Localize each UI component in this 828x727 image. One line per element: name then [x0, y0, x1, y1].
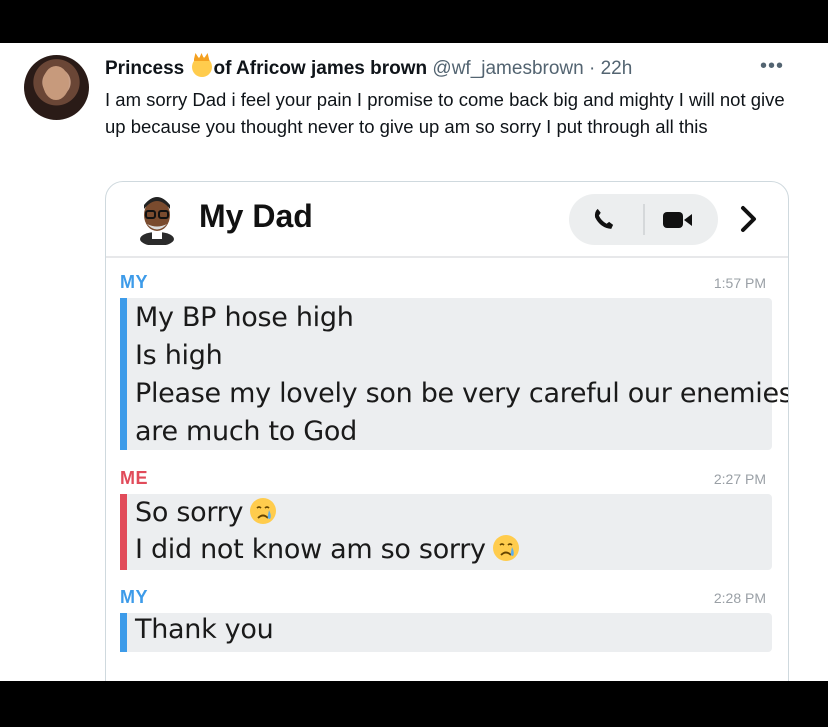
message-accent-bar — [120, 494, 127, 570]
message-line-text: So sorry — [135, 497, 244, 528]
message-bubble[interactable]: Thank you — [120, 613, 772, 652]
display-name-part1: Princess — [105, 58, 185, 79]
message-line: Thank you — [135, 614, 274, 645]
message-accent-bar — [120, 298, 127, 450]
call-controls — [569, 194, 718, 245]
message-line: So sorry — [135, 497, 277, 528]
phone-icon[interactable] — [589, 206, 619, 234]
message-time: 2:27 PM — [713, 471, 766, 487]
message-line: I did not know am so sorry — [135, 534, 520, 565]
separator-dot: · — [588, 58, 596, 79]
message-line: Is high — [135, 340, 223, 371]
user-avatar[interactable] — [24, 55, 89, 120]
chat-title: My Dad — [199, 198, 313, 234]
more-options-icon[interactable]: ••• — [760, 55, 784, 78]
message-sender: ME — [120, 468, 148, 488]
message-line-text: I did not know am so sorry — [135, 534, 486, 565]
crying-face-emoji-icon — [250, 498, 277, 524]
message-sender: MY — [120, 272, 148, 292]
bottom-black-frame — [0, 681, 828, 727]
chevron-right-icon[interactable] — [738, 204, 760, 234]
display-name-part2: of Africow james brown — [213, 58, 428, 79]
message-line: My BP hose high — [135, 302, 354, 333]
message-sender: MY — [120, 587, 148, 607]
tweet-time[interactable]: 22h — [601, 58, 633, 79]
attached-image-card[interactable]: My Dad MY 1:57 PM My BP hose high Is hig… — [105, 181, 789, 681]
video-camera-icon[interactable] — [661, 208, 695, 232]
princess-emoji-icon — [191, 57, 212, 77]
tweet[interactable]: Princess of Africow james brown @wf_jame… — [0, 43, 828, 681]
bitmoji-avatar-icon — [140, 197, 174, 245]
display-name[interactable]: Princess of Africow james brown — [105, 57, 432, 79]
message-accent-bar — [120, 613, 127, 652]
message-line: are much to God — [135, 416, 357, 447]
pill-divider — [643, 204, 645, 235]
message-bubble[interactable]: My BP hose high Is high Please my lovely… — [120, 298, 788, 450]
top-black-frame — [0, 0, 828, 43]
chat-header: My Dad — [106, 182, 788, 258]
crying-face-emoji-icon — [492, 535, 519, 561]
tweet-header: Princess of Africow james brown @wf_jame… — [105, 57, 632, 83]
message-bubble[interactable]: So sorry I did not know am so sorry — [120, 494, 772, 570]
tweet-text: I am sorry Dad i feel your pain I promis… — [105, 89, 785, 137]
message-time: 1:57 PM — [713, 275, 766, 291]
message-line: Please my lovely son be very careful our… — [135, 378, 789, 409]
user-handle[interactable]: @wf_jamesbrown — [432, 58, 583, 79]
message-time: 2:28 PM — [713, 590, 766, 606]
